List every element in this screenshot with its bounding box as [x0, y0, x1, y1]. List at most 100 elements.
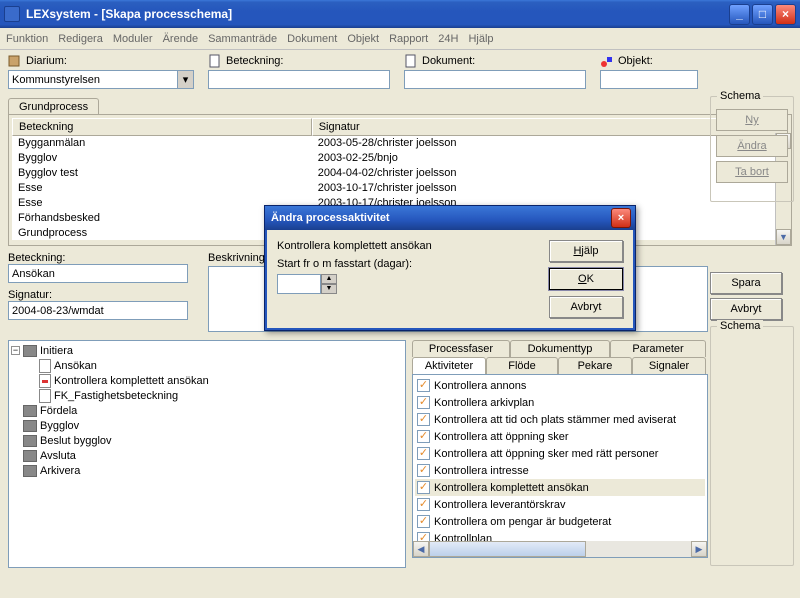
menu-rapport[interactable]: Rapport: [389, 33, 428, 45]
tab-parameter[interactable]: Parameter: [610, 340, 706, 357]
dialog-hjalp-button[interactable]: Hjälp: [549, 240, 623, 262]
scroll-right-icon[interactable]: ▶: [691, 541, 707, 557]
detail-signatur-input[interactable]: 2004-08-23/wmdat: [8, 301, 188, 320]
tabort-button[interactable]: Ta bort: [716, 161, 788, 183]
dialog-title: Ändra processaktivitet: [269, 212, 611, 224]
tab-grundprocess[interactable]: Grundprocess: [8, 98, 99, 115]
dialog-start-label: Start fr o m fasstart (dagar):: [277, 258, 537, 270]
side-panel: Schema Ny Ändra Ta bort Spara Avbryt Sch…: [710, 96, 794, 572]
folder-icon: [23, 405, 37, 417]
spinner-input[interactable]: [277, 274, 321, 294]
checkbox-icon[interactable]: [417, 481, 430, 494]
checkbox-icon[interactable]: [417, 413, 430, 426]
avbryt-button[interactable]: Avbryt: [710, 298, 782, 320]
dialog-andra-processaktivitet: Ändra processaktivitet × Kontrollera kom…: [264, 205, 636, 331]
checklist-item[interactable]: Kontrollera intresse: [415, 462, 705, 479]
objekt-label: Objekt:: [618, 55, 653, 67]
checklist-item[interactable]: Kontrollera annons: [415, 377, 705, 394]
detail-beteckning-label: Beteckning:: [8, 252, 65, 264]
tree-item[interactable]: Avsluta: [40, 450, 76, 462]
checkbox-icon[interactable]: [417, 430, 430, 443]
dialog-avbryt-button[interactable]: Avbryt: [549, 296, 623, 318]
diarium-combo[interactable]: Kommunstyrelsen ▾: [8, 70, 194, 89]
checklist-item[interactable]: Kontrollera arkivplan: [415, 394, 705, 411]
tree-item[interactable]: Beslut bygglov: [40, 435, 112, 447]
checklist-item[interactable]: Kontrollera leverantörskrav: [415, 496, 705, 513]
tab-aktiviteter[interactable]: Aktiviteter: [412, 357, 486, 374]
checklist-label: Kontrollera arkivplan: [434, 397, 534, 409]
menu-hjalp[interactable]: Hjälp: [468, 33, 493, 45]
scroll-thumb[interactable]: [429, 541, 586, 557]
menu-funktion[interactable]: Funktion: [6, 33, 48, 45]
dialog-titlebar[interactable]: Ändra processaktivitet ×: [265, 206, 635, 230]
checkbox-icon[interactable]: [417, 515, 430, 528]
spinner-up-icon[interactable]: ▲: [321, 274, 337, 284]
table-row: Bygganmälan2003-05-28/christer joelsson: [12, 136, 788, 151]
tab-signaler[interactable]: Signaler: [632, 357, 706, 374]
checkbox-icon[interactable]: [417, 396, 430, 409]
scroll-left-icon[interactable]: ◀: [413, 541, 429, 557]
objekt-input[interactable]: [600, 70, 698, 89]
dialog-subtitle: Kontrollera komplettett ansökan: [277, 240, 537, 252]
grid-header-beteckning[interactable]: Beteckning: [12, 118, 312, 136]
checklist-item[interactable]: Kontrollera komplettett ansökan: [415, 479, 705, 496]
menu-objekt[interactable]: Objekt: [347, 33, 379, 45]
menu-moduler[interactable]: Moduler: [113, 33, 153, 45]
shapes-icon: [600, 54, 614, 68]
window-minimize-button[interactable]: _: [729, 4, 750, 25]
dokument-input[interactable]: [404, 70, 586, 89]
checklist-item[interactable]: Kontrollera att öppning sker: [415, 428, 705, 445]
tab-flode[interactable]: Flöde: [486, 357, 558, 374]
window-close-button[interactable]: ×: [775, 4, 796, 25]
page-icon: [404, 54, 418, 68]
checklist-scrollbar[interactable]: ◀▶: [413, 541, 707, 557]
menu-24h[interactable]: 24H: [438, 33, 458, 45]
spinner-down-icon[interactable]: ▼: [321, 284, 337, 294]
detail-beteckning-input[interactable]: Ansökan: [8, 264, 188, 283]
folder-icon: [23, 345, 37, 357]
tree-item[interactable]: Kontrollera komplettett ansökan: [54, 375, 209, 387]
tree-root[interactable]: Initiera: [40, 345, 73, 357]
menu-sammantrade[interactable]: Sammanträde: [208, 33, 277, 45]
checklist-item[interactable]: Kontrollera att öppning sker med rätt pe…: [415, 445, 705, 462]
chevron-down-icon[interactable]: ▾: [177, 71, 193, 88]
tab-dokumenttyp[interactable]: Dokumenttyp: [510, 340, 610, 357]
diarium-label: Diarium:: [26, 55, 67, 67]
checklist-item[interactable]: Kontrollera att tid och plats stämmer me…: [415, 411, 705, 428]
dokument-label: Dokument:: [422, 55, 475, 67]
page-icon: [39, 359, 51, 373]
menu-redigera[interactable]: Redigera: [58, 33, 103, 45]
tree-item[interactable]: Fördela: [40, 405, 77, 417]
menu-arende[interactable]: Ärende: [163, 33, 198, 45]
checklist-label: Kontrollera att öppning sker: [434, 431, 569, 443]
dialog-close-button[interactable]: ×: [611, 208, 631, 228]
checkbox-icon[interactable]: [417, 447, 430, 460]
checklist-item[interactable]: Kontrollera om pengar är budgeterat: [415, 513, 705, 530]
checklist-label: Kontrollera intresse: [434, 465, 529, 477]
window-maximize-button[interactable]: □: [752, 4, 773, 25]
menu-dokument[interactable]: Dokument: [287, 33, 337, 45]
spara-button[interactable]: Spara: [710, 272, 782, 294]
tab-processfaser[interactable]: Processfaser: [412, 340, 510, 357]
checkbox-icon[interactable]: [417, 464, 430, 477]
app-icon: [4, 6, 20, 22]
page-icon: [39, 389, 51, 403]
diarium-value: Kommunstyrelsen: [12, 74, 100, 86]
activity-checklist[interactable]: Kontrollera annons Kontrollera arkivplan K…: [412, 374, 708, 558]
ny-button[interactable]: Ny: [716, 109, 788, 131]
checkbox-icon[interactable]: [417, 379, 430, 392]
dialog-ok-button[interactable]: OK: [549, 268, 623, 290]
book-icon: [8, 54, 22, 68]
tree-item[interactable]: Arkivera: [40, 465, 80, 477]
beteckning-input[interactable]: [208, 70, 390, 89]
start-days-spinner[interactable]: ▲ ▼: [277, 274, 537, 294]
tab-pekare[interactable]: Pekare: [558, 357, 632, 374]
collapse-icon[interactable]: −: [11, 346, 20, 355]
tree-item[interactable]: FK_Fastighetsbeteckning: [54, 390, 178, 402]
tree-item[interactable]: Ansökan: [54, 360, 97, 372]
process-tree[interactable]: − Initiera Ansökan Kontrollera komplettet…: [8, 340, 406, 568]
table-row: Bygglov2003-02-25/bnjo: [12, 151, 788, 166]
checkbox-icon[interactable]: [417, 498, 430, 511]
tree-item[interactable]: Bygglov: [40, 420, 79, 432]
andra-button[interactable]: Ändra: [716, 135, 788, 157]
